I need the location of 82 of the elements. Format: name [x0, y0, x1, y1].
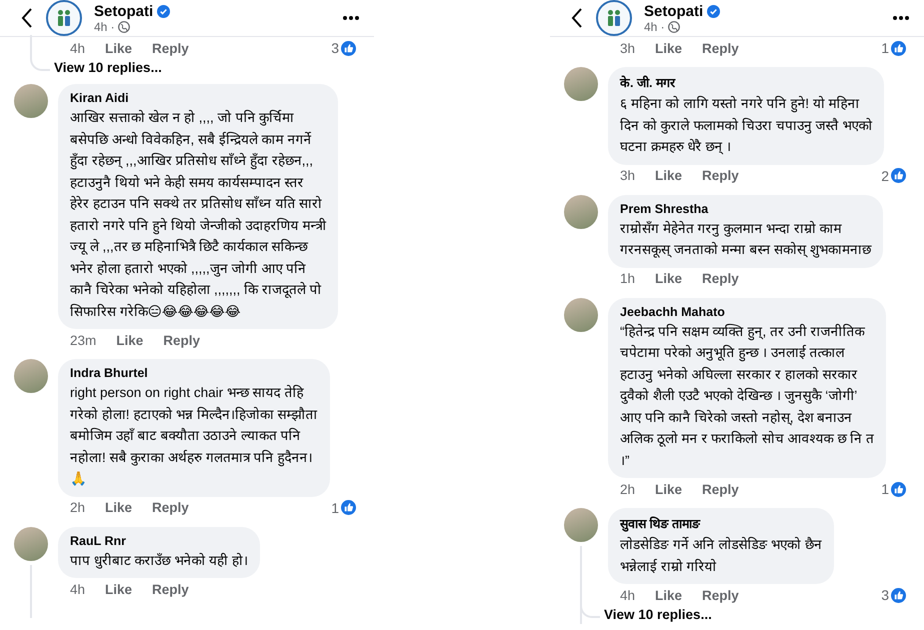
- like-link[interactable]: Like: [655, 271, 682, 286]
- comment-time: 4h: [70, 40, 86, 56]
- page-name[interactable]: Setopati: [644, 2, 880, 20]
- post-time: 4h ·: [644, 20, 665, 34]
- avatar-photo-placeholder[interactable]: [14, 526, 48, 560]
- like-reaction-icon: [891, 482, 906, 496]
- reply-link[interactable]: Reply: [702, 168, 739, 183]
- comment-text: लाेडसेडिङ गर्ने अनि लाेडसेडिङ भएको छैन भन्नेलाई राम्रो गरियाे: [620, 536, 822, 576]
- view-replies-link[interactable]: View 10 replies...: [54, 60, 162, 75]
- comment-text: पाप धुरीबाट कराउँछ भनेको यही हो।: [70, 552, 248, 571]
- avatar-photo-placeholder[interactable]: [14, 84, 48, 118]
- reaction-number: 2: [881, 168, 889, 184]
- comment-time: 3h: [620, 168, 636, 183]
- like-link[interactable]: Like: [655, 168, 682, 183]
- reaction-number: 1: [881, 40, 889, 56]
- more-options-icon[interactable]: [342, 15, 360, 21]
- more-options-icon[interactable]: [892, 15, 910, 21]
- avatar-photo-placeholder[interactable]: [564, 194, 598, 228]
- like-reaction-icon: [341, 500, 356, 515]
- reply-link[interactable]: Reply: [702, 482, 739, 496]
- reply-link[interactable]: Reply: [152, 40, 189, 56]
- reaction-count[interactable]: 1: [881, 481, 906, 497]
- like-link[interactable]: Like: [105, 500, 132, 515]
- avatar-photo-placeholder[interactable]: [564, 508, 598, 542]
- commenter-name[interactable]: के. जी. मगर: [620, 74, 872, 91]
- comment-text: राम्रोसँग मेहेनेत गरनु कुलमान भन्दा राम्रो काम गरनसकूस् जनताको मन्मा बस्न सकोस् शुभकामनाछ: [620, 220, 871, 260]
- reaction-number: 3: [331, 40, 339, 56]
- page-logo-icon[interactable]: [46, 0, 82, 36]
- commenter-name[interactable]: Indra Bhurtel: [70, 366, 318, 380]
- reply-link[interactable]: Reply: [702, 40, 739, 56]
- like-link[interactable]: Like: [105, 582, 132, 596]
- reaction-count[interactable]: 3: [331, 40, 356, 56]
- verified-badge-icon: [707, 4, 720, 18]
- view-replies-link[interactable]: View 10 replies...: [604, 607, 712, 622]
- comment-text: right person on right chair भन्छ सायद तेहि गरेको होला! हटाएको भन्न मिल्दैन।हिजोका सम्झौता बमोजिम उहाँ बाट बक्यौता उठाउने ल्याकत पनि नहोला! सबै कुराका अर्थहरु गलतमात्र पनि हुदैनन। 🙏: [70, 384, 318, 488]
- commenter-name[interactable]: Prem Shrestha: [620, 202, 871, 216]
- avatar-photo-placeholder[interactable]: [564, 298, 598, 332]
- like-link[interactable]: Like: [105, 40, 132, 56]
- reply-link[interactable]: Reply: [152, 500, 189, 515]
- avatar-photo-placeholder[interactable]: [14, 359, 48, 393]
- reaction-number: 1: [881, 481, 889, 497]
- like-link[interactable]: Like: [116, 332, 144, 348]
- commenter-name[interactable]: Kiran Aidi: [70, 91, 326, 105]
- comment-time: 1h: [620, 271, 636, 286]
- reaction-count[interactable]: 1: [881, 40, 906, 56]
- like-link[interactable]: Like: [655, 482, 682, 496]
- like-reaction-icon: [891, 40, 906, 56]
- commenter-name[interactable]: सुवास थिङ तामाङ: [620, 515, 822, 532]
- comment-time: 4h: [620, 588, 636, 602]
- like-reaction-icon: [891, 588, 906, 602]
- like-reaction-icon: [341, 40, 356, 56]
- comment-text: “हितेन्द्र पनि सक्षम व्यक्ति हुन्, तर उनी राजनीतिक चपेटामा परेको अनुभूति हुन्छ । उनलाई तत्काल हटाउनु भनेको अघिल्ला सरकार र हालको सरकार दुवैको शैली एउटै भएको देखिन्छ । जुनसुकै ‘जोगी’ आए पनि कानै चिरेको जस्तो नहोस्, देश बनाउन अलिक ठूलो मन र फराकिलो सोच आवश्यक छ नि त ।”: [620, 322, 874, 470]
- reply-link[interactable]: Reply: [702, 588, 739, 602]
- post-time: 4h ·: [94, 20, 115, 34]
- page-logo-icon[interactable]: [596, 0, 632, 36]
- like-reaction-icon: [891, 168, 906, 183]
- like-link[interactable]: Like: [655, 40, 682, 56]
- commenter-name[interactable]: RauL Rnr: [70, 534, 248, 548]
- like-link[interactable]: Like: [655, 588, 682, 602]
- reply-link[interactable]: Reply: [702, 271, 739, 286]
- comment-time: 4h: [70, 582, 86, 596]
- reaction-number: 3: [881, 587, 889, 603]
- reaction-number: 1: [331, 500, 339, 516]
- reply-link[interactable]: Reply: [152, 582, 189, 596]
- globe-icon: [668, 20, 680, 32]
- page-name[interactable]: Setopati: [94, 2, 330, 20]
- comment-time: 2h: [620, 482, 636, 496]
- comment-time: 3h: [620, 40, 636, 56]
- comment-time: 23m: [70, 332, 96, 348]
- reply-link[interactable]: Reply: [163, 332, 200, 348]
- comment-text: आखिर सत्ताको खेल न हो ,,,, जो पनि कुर्चिमा बसेपछि अन्धो विवेकहिन, सबै ईन्द्रियले काम नगर्ने हुँदा रहेछन् ,,,आखिर प्रतिसोध साँध्ने हुँदा रहेछन,,, हटाउनुनै थियो भने केही समय कार्यसम्पादन स्तर हेरेर हटाउन पनि सक्थे तर प्रतिसोध साँध्न यति सारो हतारो नगरे पनि हुने थियो जेन्जीको उदाहरणिय मन्त्री ज्यू ले ,,,तर छ महिनाभित्रै छिटै कार्यकाल सकिन्छ भनेर होला हतारो भएको ,,,,,जुन जोगी आए पनि कानै चिरेका भनेको यहिहोला ,,,,,,, कि राजदूतले पो सिफारिस गरेकि😑😂😂😂😂😂: [70, 108, 326, 320]
- verified-badge-icon: [157, 4, 170, 18]
- reaction-count[interactable]: 2: [881, 168, 906, 184]
- comment-time: 2h: [70, 500, 86, 515]
- globe-icon: [118, 20, 130, 32]
- comment-text: ६ महिना को लागि यस्तो नगरे पनि हुने! यो महिना दिन को कुराले फलामको चिउरा चपाउनु जस्तै भएको घटना क्रमहरु धेरै छन् ।: [620, 94, 872, 156]
- avatar-photo-placeholder[interactable]: [564, 67, 598, 101]
- reaction-count[interactable]: 3: [881, 587, 906, 603]
- back-icon[interactable]: [20, 7, 34, 29]
- reaction-count[interactable]: 1: [331, 500, 356, 516]
- commenter-name[interactable]: Jeebachh Mahato: [620, 304, 874, 318]
- back-icon[interactable]: [570, 7, 584, 29]
